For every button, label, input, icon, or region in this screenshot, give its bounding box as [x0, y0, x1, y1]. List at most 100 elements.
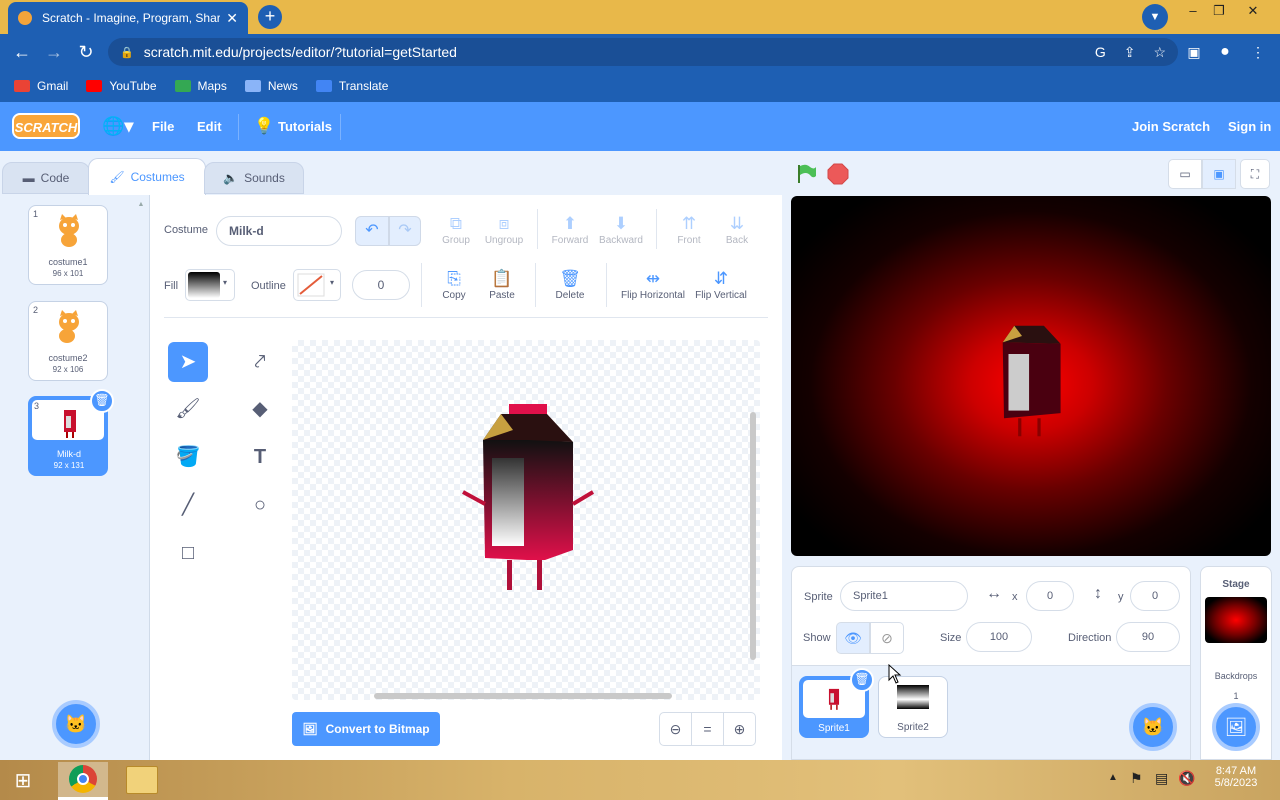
toolbar-separator [164, 317, 768, 318]
brush-tool-icon[interactable]: 🖌 [168, 389, 208, 429]
canvas-horizontal-scrollbar[interactable] [374, 693, 672, 699]
y-input[interactable]: 0 [1130, 581, 1180, 611]
tab-sounds[interactable]: 🔈 Sounds [204, 162, 304, 194]
restore-icon[interactable]: ❐ [1202, 0, 1236, 24]
front-button[interactable]: ⇈ Front [670, 213, 708, 246]
file-explorer-icon[interactable] [126, 766, 158, 794]
show-hidden-icons-icon[interactable]: ▲ [1108, 772, 1118, 783]
language-globe-icon[interactable]: 🌐▾ [102, 102, 133, 151]
tab-search-button[interactable]: ▼ [1142, 4, 1168, 30]
start-windows-icon[interactable]: ⊞ [10, 768, 36, 794]
choose-costume-button[interactable]: 🐱 [52, 700, 100, 748]
canvas-vertical-scrollbar[interactable] [750, 412, 756, 660]
close-tab-icon[interactable]: ✕ [226, 10, 238, 27]
button-label: Group [442, 235, 470, 246]
stop-icon[interactable] [827, 163, 849, 185]
button-label: Ungroup [484, 235, 524, 246]
costume-item-2[interactable]: 2 costume2 92 x 106 [28, 301, 108, 381]
google-icon[interactable]: G [1095, 44, 1106, 60]
new-tab-button[interactable]: + [258, 5, 282, 29]
back-icon[interactable]: ← [8, 34, 36, 70]
size-input[interactable]: 100 [966, 622, 1032, 652]
outline-color-picker[interactable]: ▾ [293, 269, 341, 301]
fill-color-picker[interactable]: ▾ [185, 269, 235, 301]
select-tool-icon[interactable]: ➤ [168, 342, 208, 382]
sign-in-link[interactable]: Sign in [1228, 102, 1271, 151]
tutorials-menu[interactable]: Tutorials [278, 102, 332, 151]
close-window-icon[interactable]: ✕ [1236, 0, 1270, 24]
costume-name-input[interactable]: Milk-d [216, 216, 342, 246]
fullscreen-icon[interactable]: ⛶ [1240, 159, 1270, 189]
costume-item-1[interactable]: 1 costume1 96 x 101 [28, 205, 108, 285]
sprite-item-sprite2[interactable]: Sprite2 [878, 676, 948, 738]
reshape-tool-icon[interactable]: ⤤ [240, 342, 280, 382]
profile-icon[interactable]: ● [1211, 34, 1239, 70]
delete-button[interactable]: 🗑 Delete [550, 268, 590, 301]
volume-muted-icon[interactable]: 🔇 [1178, 770, 1195, 787]
clock[interactable]: 8:47 AM 5/8/2023 [1206, 765, 1266, 789]
delete-sprite-icon[interactable]: 🗑 [850, 668, 874, 692]
eraser-tool-icon[interactable]: ◆ [240, 389, 280, 429]
tab-code[interactable]: ▬ Code [2, 162, 90, 194]
sprite-name-input[interactable]: Sprite1 [840, 581, 968, 611]
rectangle-tool-icon[interactable]: □ [168, 533, 208, 573]
choose-sprite-button[interactable]: 🐱 [1129, 703, 1177, 751]
text-tool-icon[interactable]: T [240, 437, 280, 477]
costume-list-scrollbar[interactable]: ▲ [136, 201, 146, 751]
outline-width-input[interactable]: 0 [352, 270, 410, 300]
menu-dots-icon[interactable]: ⋮ [1244, 34, 1272, 70]
flip-horizontal-button[interactable]: ⇹ Flip Horizontal [618, 268, 688, 301]
bookmark-youtube[interactable]: YouTube [86, 79, 157, 93]
scratch-logo[interactable]: SCRATCH [12, 113, 80, 139]
bookmark-news[interactable]: News [244, 79, 298, 93]
green-flag-icon[interactable] [795, 163, 817, 185]
zoom-out-icon[interactable]: ⊖ [659, 712, 692, 746]
small-stage-icon[interactable]: ▭ [1168, 159, 1202, 189]
ungroup-button[interactable]: ⧈ Ungroup [482, 213, 526, 246]
paint-canvas[interactable] [292, 340, 760, 700]
delete-costume-icon[interactable]: 🗑 [90, 389, 114, 413]
fill-tool-icon[interactable]: 🪣 [168, 437, 208, 477]
show-eye-icon[interactable]: 👁 [836, 622, 870, 654]
redo-icon[interactable]: ↷ [389, 216, 421, 246]
paste-button[interactable]: 📋 Paste [482, 268, 522, 301]
share-icon[interactable]: ⇪ [1124, 44, 1136, 61]
outline-label: Outline [251, 280, 286, 292]
dropdown-caret-icon: ▾ [330, 278, 335, 287]
join-scratch-link[interactable]: Join Scratch [1132, 102, 1210, 151]
bookmark-maps[interactable]: Maps [174, 79, 227, 93]
choose-backdrop-button[interactable]: 🖼 [1212, 703, 1260, 751]
normal-stage-icon[interactable]: ▣ [1202, 159, 1236, 189]
bookmark-gmail[interactable]: Gmail [14, 79, 68, 93]
convert-to-bitmap-button[interactable]: 🖼 Convert to Bitmap [292, 712, 440, 746]
edit-menu[interactable]: Edit [197, 102, 222, 151]
network-icon[interactable]: ▤ [1155, 770, 1168, 787]
line-tool-icon[interactable]: ╱ [168, 485, 208, 525]
tab-costumes[interactable]: 🖌 Costumes [88, 158, 206, 195]
hide-eye-icon[interactable]: ⊘ [870, 622, 904, 654]
forward-button[interactable]: ⬆ Forward [546, 213, 594, 246]
action-center-flag-icon[interactable]: ⚑ [1130, 770, 1143, 787]
zoom-reset-icon[interactable]: = [691, 712, 724, 746]
back-button[interactable]: ⇊ Back [718, 213, 756, 246]
url-bar[interactable]: 🔒 scratch.mit.edu/projects/editor/?tutor… [108, 38, 1178, 66]
backward-button[interactable]: ⬇ Backward [596, 213, 646, 246]
undo-icon[interactable]: ↶ [355, 216, 389, 246]
stage-canvas[interactable] [791, 196, 1271, 556]
reload-icon[interactable]: ↻ [72, 34, 100, 70]
bookmark-star-icon[interactable]: ☆ [1153, 44, 1166, 61]
taskbar-chrome-button[interactable] [58, 762, 108, 800]
browser-tab[interactable]: Scratch - Imagine, Program, Shar ✕ [8, 2, 248, 34]
circle-tool-icon[interactable]: ○ [240, 485, 280, 525]
forward-icon[interactable]: → [40, 34, 68, 70]
zoom-in-icon[interactable]: ⊕ [723, 712, 756, 746]
x-input[interactable]: 0 [1026, 581, 1074, 611]
direction-input[interactable]: 90 [1116, 622, 1180, 652]
file-menu[interactable]: File [152, 102, 174, 151]
scratch-menu-bar: SCRATCH 🌐▾ File Edit 💡 Tutorials Join Sc… [0, 102, 1280, 151]
side-panel-icon[interactable]: ▣ [1180, 34, 1208, 70]
bookmark-translate[interactable]: Translate [315, 79, 388, 93]
flip-vertical-button[interactable]: ⇵ Flip Vertical [692, 268, 750, 301]
copy-button[interactable]: ⎘ Copy [434, 268, 474, 301]
group-button[interactable]: ⧉ Group [436, 213, 476, 246]
